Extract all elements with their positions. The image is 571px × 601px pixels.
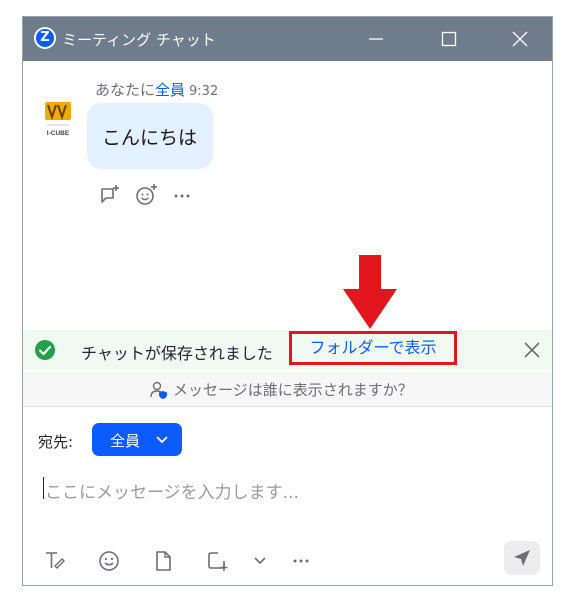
minimize-button[interactable] [353,17,399,61]
send-button[interactable] [504,541,540,575]
maximize-icon [441,31,457,47]
screenshot-plus-icon [208,552,228,571]
recipient-link[interactable]: 全員 [155,81,185,99]
recipient-dropdown[interactable]: 全員 [92,423,182,456]
dismiss-notice-button[interactable] [523,341,541,363]
message-header: あなたに全員 9:32 [95,79,218,100]
add-reaction-button[interactable] [134,183,158,211]
chat-saved-notice: チャットが保存されました フォルダーで表示 [23,330,552,370]
more-tools-button[interactable] [289,549,313,577]
avatar-text: I-CUBE [47,130,70,137]
file-button[interactable] [151,549,175,577]
chevron-down-icon [156,436,168,444]
file-icon [156,551,171,571]
zoom-logo-icon: Z [34,27,56,49]
window-title: ミーティング チャット [62,31,216,49]
avatar: I-CUBE [43,100,73,142]
format-text-icon [46,552,65,569]
reply-button[interactable] [98,183,122,211]
maximize-button[interactable] [426,17,472,61]
recipient-value: 全員 [110,432,141,450]
message-input[interactable]: ここにメッセージを入力します... [45,478,299,503]
recipient-label: 宛先: [38,433,74,451]
more-icon [293,559,309,563]
sender-prefix: あなたに [95,81,156,99]
close-button[interactable] [497,17,543,61]
emoji-plus-icon [136,184,157,205]
red-arrow-down-icon [343,255,397,333]
format-text-button[interactable] [43,549,67,577]
chevron-down-icon [254,557,266,565]
more-icon [174,194,190,198]
message-text: こんにちは [102,127,198,149]
title-bar[interactable]: Z ミーティング チャット [23,17,552,61]
show-in-folder-link[interactable]: フォルダーで表示 [289,331,457,365]
check-circle-icon [35,340,55,360]
reply-plus-icon [101,185,119,203]
emoji-icon [99,551,119,571]
saved-message: チャットが保存されました [81,344,273,363]
close-icon [524,342,540,358]
minimize-icon [369,38,383,40]
chat-window: Z ミーティング チャット あなたに全員 9:32 I-CUBE こんにちは チ… [22,16,553,586]
emoji-button[interactable] [97,549,121,577]
message-time: 9:32 [189,84,219,99]
more-options-button[interactable] [170,183,194,211]
person-lock-icon [149,380,169,404]
screenshot-options-button[interactable] [252,552,268,572]
send-icon [514,550,530,566]
visibility-info[interactable]: メッセージは誰に表示されますか？ [23,372,552,407]
close-icon [512,31,528,47]
screenshot-button[interactable] [205,549,229,577]
visibility-question: メッセージは誰に表示されますか？ [173,381,413,399]
zoom-logo-letter: Z [36,29,54,47]
text-cursor [43,477,44,499]
message-bubble[interactable]: こんにちは [87,103,213,169]
